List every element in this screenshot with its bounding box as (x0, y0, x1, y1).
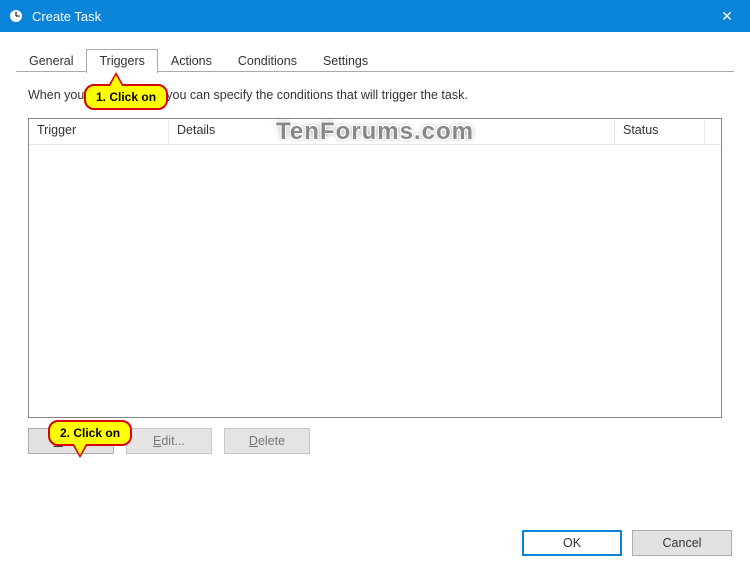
listview-header: Trigger Details Status (29, 119, 721, 145)
cancel-button[interactable]: Cancel (632, 530, 732, 556)
column-trigger[interactable]: Trigger (29, 119, 169, 144)
trigger-listview[interactable]: Trigger Details Status (28, 118, 722, 418)
column-status[interactable]: Status (615, 119, 705, 144)
tabpage-triggers: When you create a task, you can specify … (16, 72, 734, 466)
tab-general[interactable]: General (16, 49, 86, 72)
tab-conditions[interactable]: Conditions (225, 49, 310, 72)
dialog-footer: OK Cancel (522, 530, 732, 556)
close-button[interactable]: ✕ (704, 0, 750, 32)
trigger-button-row: New... Edit... Delete (28, 428, 722, 454)
tab-actions[interactable]: Actions (158, 49, 225, 72)
window-title: Create Task (32, 9, 101, 24)
delete-button: Delete (224, 428, 310, 454)
close-icon: ✕ (721, 8, 733, 25)
tab-settings[interactable]: Settings (310, 49, 381, 72)
tab-triggers[interactable]: Triggers (86, 49, 157, 73)
annotation-step-2: 2. Click on (48, 420, 132, 446)
annotation-step-1: 1. Click on (84, 84, 168, 110)
listview-body[interactable] (29, 145, 721, 417)
ok-button[interactable]: OK (522, 530, 622, 556)
column-pad (705, 119, 721, 144)
clock-icon (8, 8, 24, 24)
edit-button: Edit... (126, 428, 212, 454)
tabstrip: General Triggers Actions Conditions Sett… (16, 46, 734, 72)
titlebar: Create Task ✕ (0, 0, 750, 32)
column-details[interactable]: Details (169, 119, 615, 144)
